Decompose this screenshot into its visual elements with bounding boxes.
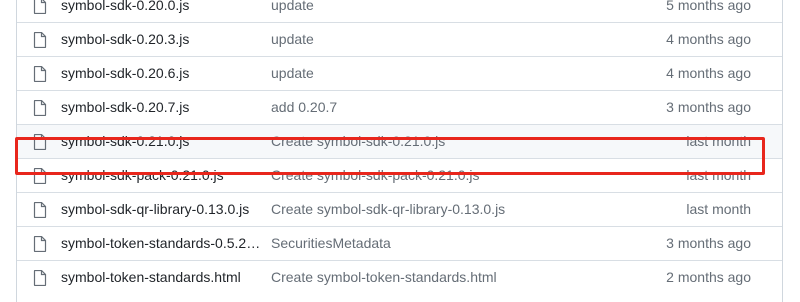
file-icon xyxy=(33,236,47,252)
file-icon xyxy=(33,32,47,48)
file-icon xyxy=(33,270,47,286)
commit-age: 2 months ago xyxy=(666,269,751,285)
commit-age: last month xyxy=(686,201,751,217)
file-name-link[interactable]: symbol-sdk-0.20.3.js xyxy=(61,23,189,56)
commit-message-link[interactable]: Create symbol-sdk-pack-0.21.0.js xyxy=(271,159,480,192)
commit-message-link[interactable]: Create symbol-token-standards.html xyxy=(271,261,497,294)
commit-message-link[interactable]: Create symbol-sdk-0.21.0.js xyxy=(271,125,445,158)
commit-message-link[interactable]: update xyxy=(271,23,314,56)
file-row[interactable]: symbol-sdk-0.20.6.js update 4 months ago xyxy=(17,56,782,90)
file-row[interactable]: symbol-sdk-pack-0.21.0.js Create symbol-… xyxy=(17,158,782,192)
file-name-link[interactable]: symbol-token-standards-0.5.2… xyxy=(61,227,260,260)
commit-age: 3 months ago xyxy=(666,99,751,115)
commit-message-link[interactable]: update xyxy=(271,57,314,90)
file-row[interactable]: symbol-sdk-qr-library-0.13.0.js Create s… xyxy=(17,192,782,226)
commit-message-link[interactable]: update xyxy=(271,0,314,22)
commit-age: 3 months ago xyxy=(666,235,751,251)
commit-age: 4 months ago xyxy=(666,65,751,81)
file-name-link[interactable]: symbol-token-standards.html xyxy=(61,261,241,294)
file-icon xyxy=(33,66,47,82)
file-row-highlighted[interactable]: symbol-sdk-0.21.0.js Create symbol-sdk-0… xyxy=(17,124,782,158)
file-name-link[interactable]: symbol-sdk-pack-0.21.0.js xyxy=(61,159,224,192)
file-name-link[interactable]: symbol-sdk-0.20.6.js xyxy=(61,57,189,90)
file-name-link[interactable]: symbol-sdk-0.21.0.js xyxy=(61,125,189,158)
file-name-link[interactable]: symbol-sdk-0.20.0.js xyxy=(61,0,189,22)
commit-age: last month xyxy=(686,133,751,149)
file-row[interactable]: symbol-sdk-0.20.0.js update 5 months ago xyxy=(17,0,782,22)
file-row[interactable]: symbol-token-standards-0.5.2… Securities… xyxy=(17,226,782,260)
file-icon xyxy=(33,100,47,116)
commit-message-link[interactable]: Create symbol-sdk-qr-library-0.13.0.js xyxy=(271,193,505,226)
commit-age: last month xyxy=(686,167,751,183)
file-icon xyxy=(33,0,47,14)
commit-message-link[interactable]: add 0.20.7 xyxy=(271,91,337,124)
file-row[interactable]: symbol-sdk-0.20.7.js add 0.20.7 3 months… xyxy=(17,90,782,124)
file-name-link[interactable]: symbol-sdk-0.20.7.js xyxy=(61,91,189,124)
file-list: symbol-sdk-0.20.0.js update 5 months ago… xyxy=(16,0,783,302)
file-row[interactable]: symbol-sdk-0.20.3.js update 4 months ago xyxy=(17,22,782,56)
commit-age: 4 months ago xyxy=(666,31,751,47)
file-icon xyxy=(33,134,47,150)
file-icon xyxy=(33,168,47,184)
commit-age: 5 months ago xyxy=(666,0,751,13)
file-row[interactable]: symbol-token-standards.html Create symbo… xyxy=(17,260,782,294)
commit-message-link[interactable]: SecuritiesMetadata xyxy=(271,227,391,260)
file-icon xyxy=(33,202,47,218)
file-name-link[interactable]: symbol-sdk-qr-library-0.13.0.js xyxy=(61,193,249,226)
